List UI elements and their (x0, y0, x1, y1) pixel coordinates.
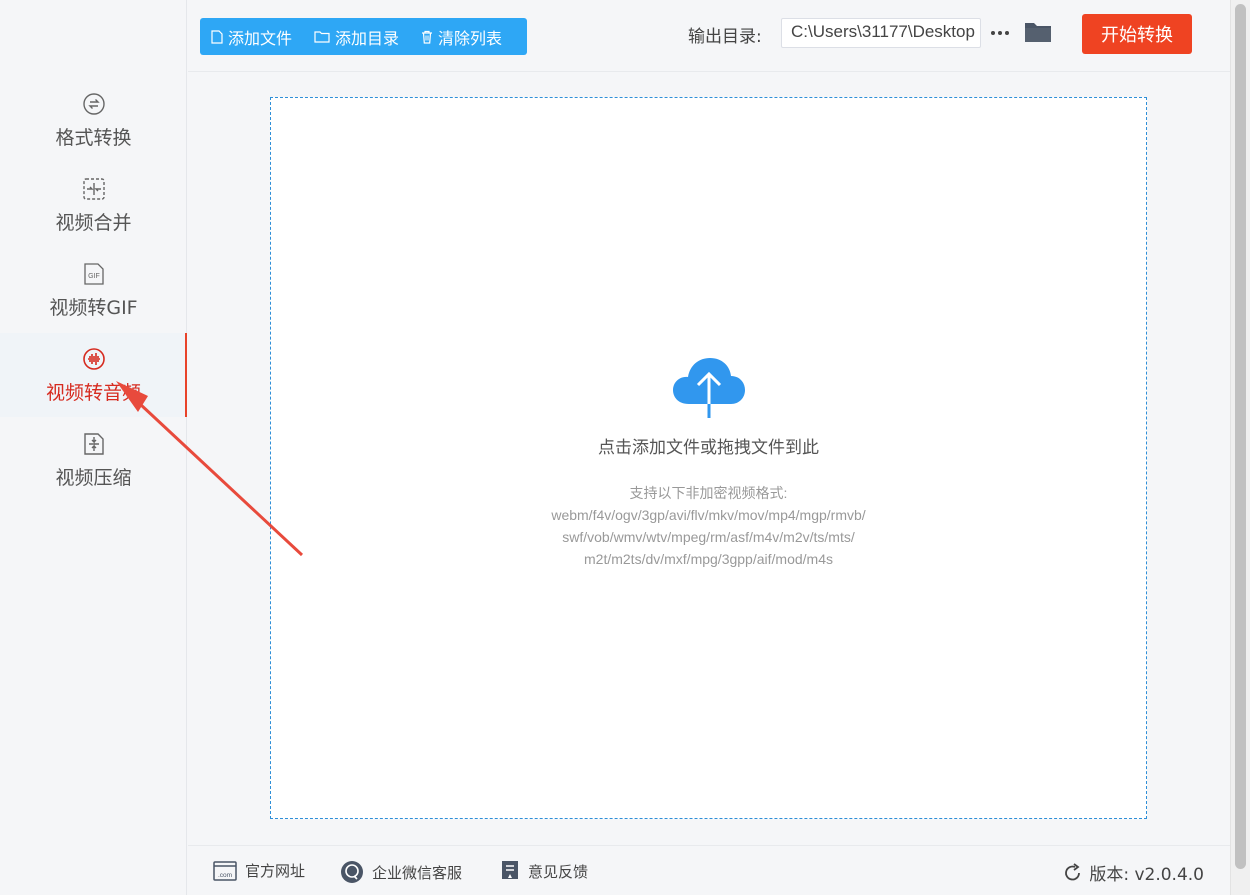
svg-text:GIF: GIF (88, 273, 100, 280)
output-directory-label: 输出目录: (688, 27, 762, 47)
footer: .com 官方网址 企业微信客服 意见反馈 版本: v2.0.4.0 (188, 845, 1230, 895)
refresh-icon (1065, 862, 1081, 880)
sidebar: 格式转换 视频合并 GIF 视频转GIF 视频转音频 视频压缩 (0, 0, 187, 895)
wechat-label: 企业微信客服 (372, 863, 463, 882)
ellipsis-icon (991, 31, 1009, 35)
feedback-label: 意见反馈 (528, 862, 589, 881)
feedback-link[interactable]: 意见反馈 (500, 860, 588, 882)
sidebar-item-video-gif[interactable]: GIF 视频转GIF (0, 248, 187, 332)
supported-formats: 支持以下非加密视频格式: webm/f4v/ogv/3gp/avi/flv/mk… (271, 482, 1146, 570)
sidebar-item-label: 格式转换 (55, 126, 132, 149)
trash-icon (422, 30, 433, 44)
file-button-group: 添加文件 添加目录 清除列表 (200, 18, 527, 55)
wechat-support-link[interactable]: 企业微信客服 (340, 860, 462, 884)
add-file-label: 添加文件 (228, 28, 293, 48)
add-directory-label: 添加目录 (335, 28, 400, 48)
add-file-button[interactable]: 添加文件 (200, 18, 303, 55)
format-convert-icon (81, 91, 107, 117)
clear-list-label: 清除列表 (438, 28, 503, 48)
formats-line: swf/vob/wmv/wtv/mpeg/rm/asf/m4v/m2v/ts/m… (562, 529, 855, 545)
formats-line: m2t/m2ts/dv/mxf/mpg/3gpp/aif/mod/m4s (584, 551, 833, 567)
sidebar-item-label: 视频合并 (55, 211, 132, 234)
website-icon: .com (213, 860, 237, 881)
formats-label: 支持以下非加密视频格式: (629, 485, 788, 501)
file-drop-zone[interactable]: 点击添加文件或拖拽文件到此 支持以下非加密视频格式: webm/f4v/ogv/… (270, 97, 1147, 819)
open-folder-button[interactable] (1024, 20, 1052, 46)
sidebar-item-label: 视频转GIF (49, 296, 138, 319)
audio-wave-icon (81, 346, 107, 372)
version-info: 版本: v2.0.4.0 (1063, 860, 1204, 885)
version-label: 版本: v2.0.4.0 (1089, 865, 1204, 885)
app-window: 格式转换 视频合并 GIF 视频转GIF 视频转音频 视频压缩 添加文件 添加目… (0, 0, 1250, 895)
sidebar-item-video-merge[interactable]: 视频合并 (0, 163, 187, 247)
sidebar-item-label: 视频转音频 (45, 381, 141, 404)
sidebar-item-label: 视频压缩 (55, 466, 132, 489)
file-icon (211, 29, 223, 44)
official-website-link[interactable]: .com 官方网址 (213, 860, 305, 881)
compress-icon (81, 431, 107, 457)
drop-zone-title: 点击添加文件或拖拽文件到此 (598, 438, 819, 458)
sidebar-item-video-compress[interactable]: 视频压缩 (0, 418, 187, 502)
website-label: 官方网址 (245, 862, 306, 880)
cloud-upload-icon (673, 358, 745, 418)
output-directory-field[interactable]: C:\Users\31177\Desktop (781, 18, 981, 48)
formats-line: webm/f4v/ogv/3gp/avi/flv/mkv/mov/mp4/mgp… (551, 507, 866, 523)
scrollbar-thumb[interactable] (1235, 4, 1246, 869)
clear-list-button[interactable]: 清除列表 (410, 18, 513, 55)
gif-icon: GIF (81, 261, 107, 287)
sidebar-item-video-audio[interactable]: 视频转音频 (0, 333, 187, 417)
sidebar-item-format-convert[interactable]: 格式转换 (0, 78, 187, 162)
svg-text:.com: .com (218, 872, 232, 879)
chat-icon (341, 861, 363, 883)
feedback-icon (502, 861, 518, 879)
folder-outline-icon (314, 31, 330, 43)
more-options-button[interactable] (988, 18, 1012, 48)
add-directory-button[interactable]: 添加目录 (303, 18, 410, 55)
folder-icon (1025, 23, 1051, 42)
vertical-scrollbar[interactable] (1230, 0, 1250, 895)
toolbar: 添加文件 添加目录 清除列表 输出目录: C:\Users\31177\Desk… (188, 0, 1230, 72)
video-merge-icon (81, 176, 107, 202)
start-convert-button[interactable]: 开始转换 (1082, 14, 1192, 54)
